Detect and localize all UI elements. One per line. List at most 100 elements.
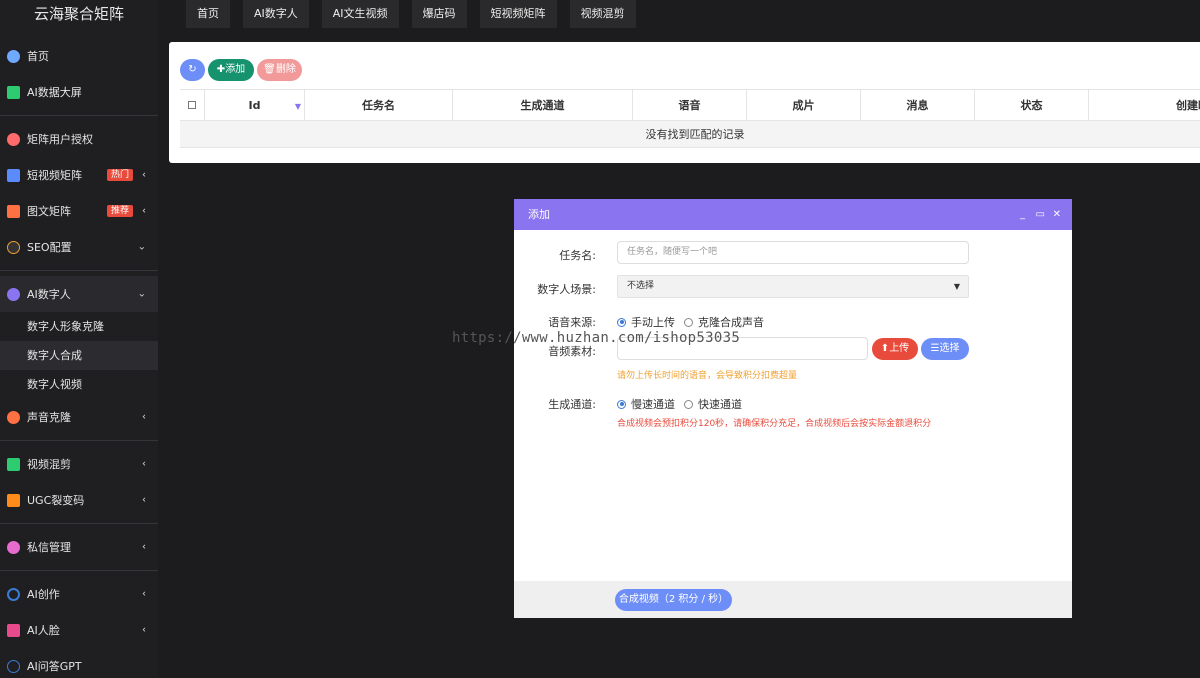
refresh-icon: ↻ [188,64,197,75]
delete-button[interactable]: 🗑删除 [257,59,302,81]
ai-create-icon [7,587,20,601]
tab-text-to-video[interactable]: AI文生视频 [321,0,399,28]
sidebar-item-voice-clone[interactable]: 声音克隆 ‹ [0,399,158,435]
sidebar-item-home[interactable]: 首页 [0,38,158,74]
minimize-icon[interactable]: _ [1020,199,1025,230]
column-id[interactable]: Id ▼ [205,90,305,120]
channel-fast-option[interactable]: 快速通道 [684,396,742,412]
sidebar-item-label: 声音克隆 [27,411,71,424]
tab-digital-human[interactable]: AI数字人 [243,0,309,28]
chevron-left-icon: ‹ [142,624,146,636]
sidebar-item-label: 视频混剪 [27,458,71,471]
dialog-title: 添加 [528,208,550,221]
empty-state: 没有找到匹配的记录 [180,121,1200,148]
sidebar-item-video-edit[interactable]: 视频混剪 ‹ [0,446,158,482]
radio-unchecked[interactable] [684,317,693,327]
chevron-left-icon: ‹ [142,411,146,423]
sidebar-item-label: UGC裂变码 [27,494,85,507]
submenu-item-compose[interactable]: 数字人合成 [0,341,158,370]
sidebar-item-image-text[interactable]: 图文矩阵 推荐 ‹ [0,193,158,229]
plus-icon: ✚ [216,64,226,75]
chevron-down-icon: ⌄ [137,241,146,253]
audio-warning: 请勿上传长时间的语音，会导致积分扣费超量 [617,371,798,381]
close-icon[interactable]: ✕ [1053,199,1061,230]
scene-select[interactable]: 不选择 ▼ [617,275,969,298]
add-dialog: 添加 _ ▭ ✕ 任务名: 任务名，随便写一个吧 数字人场景: 不选择 ▼ 语音… [514,199,1072,618]
task-name-label: 任务名: [559,249,596,262]
top-nav: 首页 AI数字人 AI文生视频 爆店码 短视频矩阵 视频混剪 [186,0,649,28]
voice-manual-option[interactable]: 手动上传 [617,314,675,330]
sidebar-item-label: AI数据大屏 [27,86,82,99]
maximize-icon[interactable]: ▭ [1036,199,1045,230]
sidebar-item-ai-face[interactable]: AI人脸 ‹ [0,612,158,648]
channel-warning: 合成视频会预扣积分120秒，请确保积分充足，合成视频后会按实际金额退积分 [617,419,932,429]
sidebar: 云海聚合矩阵 首页 AI数据大屏 矩阵用户授权 短视频矩阵 热门 ‹ 图文矩阵 … [0,0,158,678]
audio-material-input[interactable] [617,337,868,360]
tab-home[interactable]: 首页 [186,0,230,28]
sidebar-item-label: SEO配置 [27,241,72,254]
chevron-left-icon: ‹ [142,541,146,553]
channel-slow-option[interactable]: 慢速通道 [617,396,675,412]
seo-icon [7,240,20,254]
column-message[interactable]: 消息 [861,90,975,120]
column-status[interactable]: 状态 [975,90,1089,120]
voice-source-label: 语音来源: [548,316,596,329]
content-panel: ↻ ✚添加 🗑删除 Id ▼ 任务名 生成通道 语音 成片 消息 状态 创建时 … [169,42,1200,163]
sort-desc-icon: ▼ [294,102,301,111]
data-table: Id ▼ 任务名 生成通道 语音 成片 消息 状态 创建时 没有找到匹配的记录 [180,89,1200,148]
divider [0,440,158,441]
column-output[interactable]: 成片 [747,90,861,120]
sidebar-item-label: AI创作 [27,588,60,601]
sidebar-item-data-screen[interactable]: AI数据大屏 [0,74,158,110]
refresh-button[interactable]: ↻ [180,59,205,81]
table-header: Id ▼ 任务名 生成通道 语音 成片 消息 状态 创建时 [180,90,1200,121]
sidebar-item-digital-human[interactable]: AI数字人 ⌄ [0,276,158,312]
message-icon [7,540,20,554]
column-voice[interactable]: 语音 [633,90,747,120]
scene-select-value: 不选择 [627,281,655,291]
submenu-item-avatar-clone[interactable]: 数字人形象克隆 [0,312,158,341]
add-button[interactable]: ✚添加 [208,59,254,81]
hot-badge: 热门 [106,169,133,181]
upload-button[interactable]: ⬆上传 [872,338,918,360]
chevron-left-icon: ‹ [142,494,146,506]
ai-gpt-icon [7,659,20,673]
radio-unchecked[interactable] [684,399,693,409]
voice-clone-option[interactable]: 克隆合成声音 [684,314,764,330]
sidebar-item-ai-create[interactable]: AI创作 ‹ [0,576,158,612]
sidebar-item-seo[interactable]: SEO配置 ⌄ [0,229,158,265]
task-name-input[interactable]: 任务名，随便写一个吧 [617,241,969,264]
tab-video-matrix[interactable]: 短视频矩阵 [479,0,557,28]
divider [0,523,158,524]
column-channel[interactable]: 生成通道 [453,90,633,120]
submenu-item-video[interactable]: 数字人视频 [0,370,158,399]
radio-checked[interactable] [617,399,626,409]
radio-checked[interactable] [617,317,626,327]
sidebar-item-ai-gpt[interactable]: AI问答GPT [0,648,158,678]
submit-button[interactable]: 合成视频（2 积分 / 秒） [615,589,732,611]
digital-human-icon [7,287,20,301]
sidebar-item-video-matrix[interactable]: 短视频矩阵 热门 ‹ [0,157,158,193]
divider [0,115,158,116]
tab-video-edit[interactable]: 视频混剪 [569,0,636,28]
image-text-icon [7,204,20,218]
column-task-name[interactable]: 任务名 [305,90,453,120]
video-matrix-icon [7,168,20,182]
brand-title: 云海聚合矩阵 [33,5,124,23]
sidebar-item-ugc[interactable]: UGC裂变码 ‹ [0,482,158,518]
sidebar-item-user-auth[interactable]: 矩阵用户授权 [0,121,158,157]
pie-chart-icon [7,49,20,63]
column-created[interactable]: 创建时 [1089,90,1200,120]
sidebar-item-label: AI数字人 [27,288,71,301]
qr-code-icon [7,493,20,507]
dashboard-icon [7,85,20,99]
tab-store-code[interactable]: 爆店码 [411,0,467,28]
scene-label: 数字人场景: [537,283,596,296]
select-all-checkbox[interactable] [188,101,196,109]
choose-button[interactable]: ☰选择 [921,338,969,360]
chevron-left-icon: ‹ [142,205,146,217]
sidebar-item-label: 矩阵用户授权 [27,133,93,146]
chevron-down-icon: ⌄ [137,288,146,300]
sidebar-item-label: 图文矩阵 [27,205,71,218]
sidebar-item-messages[interactable]: 私信管理 ‹ [0,529,158,565]
